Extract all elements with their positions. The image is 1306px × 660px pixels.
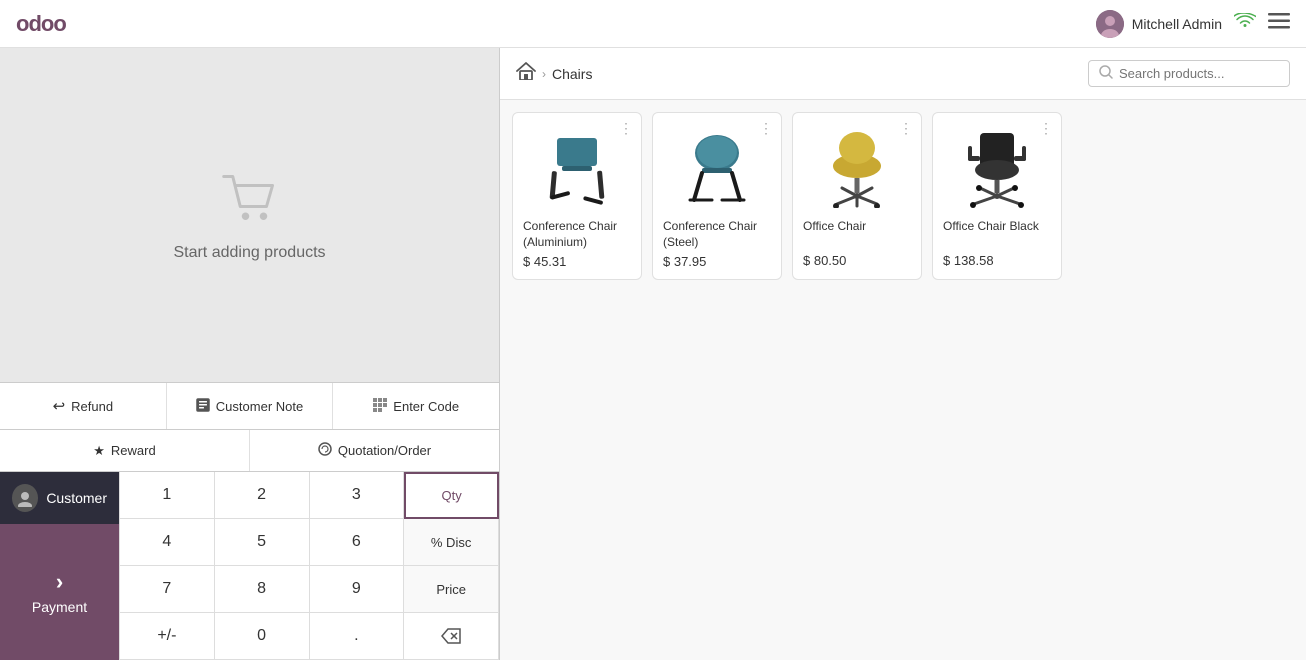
numpad-area: Customer › Payment 1 2 3 Qty 4 5 6 % Dis… xyxy=(0,471,499,660)
home-icon[interactable] xyxy=(516,62,536,85)
user-info: Mitchell Admin xyxy=(1096,10,1222,38)
cart-icon xyxy=(220,169,280,229)
payment-arrow-icon: › xyxy=(56,569,63,595)
hamburger-menu-icon[interactable] xyxy=(1268,13,1290,34)
product-card-conf-chair-steel[interactable]: ⋮ Conference Chair (Steel) $ 37.95 xyxy=(652,112,782,280)
breadcrumb-current[interactable]: Chairs xyxy=(552,66,592,82)
product-grid: ⋮ Conference Chair (Aluminium) $ 45.31 xyxy=(500,100,1306,292)
customer-note-label: Customer Note xyxy=(216,399,303,414)
product-card-office-chair[interactable]: ⋮ xyxy=(792,112,922,280)
product-name: Conference Chair (Aluminium) xyxy=(523,219,631,250)
payment-button[interactable]: › Payment xyxy=(0,524,119,660)
numpad-7[interactable]: 7 xyxy=(120,566,215,613)
customer-payment-col: Customer › Payment xyxy=(0,472,120,660)
numpad-9[interactable]: 9 xyxy=(310,566,405,613)
product-image xyxy=(663,123,771,213)
secondary-buttons: ★ Reward Quotation/Order xyxy=(0,429,499,471)
numpad-backspace[interactable] xyxy=(404,613,499,660)
avatar xyxy=(1096,10,1124,38)
product-price: $ 80.50 xyxy=(803,253,911,268)
product-info-icon[interactable]: ⋮ xyxy=(1037,119,1055,137)
product-header: › Chairs xyxy=(500,48,1306,100)
product-price: $ 138.58 xyxy=(943,253,1051,268)
navbar: odoo Mitchell Admin xyxy=(0,0,1306,48)
user-name: Mitchell Admin xyxy=(1132,16,1222,32)
numpad-6[interactable]: 6 xyxy=(310,519,405,566)
product-price: $ 45.31 xyxy=(523,254,631,269)
quotation-order-label: Quotation/Order xyxy=(338,443,431,458)
reward-label: Reward xyxy=(111,443,156,458)
product-card-office-chair-black[interactable]: ⋮ xyxy=(932,112,1062,280)
action-buttons: ↩ Refund Customer Note xyxy=(0,382,499,429)
product-card-conf-chair-aluminium[interactable]: ⋮ Conference Chair (Aluminium) $ 45.31 xyxy=(512,112,642,280)
product-name: Office Chair xyxy=(803,219,911,249)
numpad-3[interactable]: 3 xyxy=(310,472,405,519)
numpad-1[interactable]: 1 xyxy=(120,472,215,519)
search-input[interactable] xyxy=(1119,66,1279,81)
order-area: Start adding products xyxy=(0,48,499,382)
numpad-dot[interactable]: . xyxy=(310,613,405,660)
right-panel: › Chairs ⋮ xyxy=(500,48,1306,660)
quotation-icon xyxy=(318,442,332,459)
customer-note-button[interactable]: Customer Note xyxy=(167,383,334,429)
breadcrumb: › Chairs xyxy=(516,62,592,85)
product-info-icon[interactable]: ⋮ xyxy=(757,119,775,137)
reward-icon: ★ xyxy=(93,443,105,459)
main-area: Start adding products ↩ Refund Customer … xyxy=(0,48,1306,660)
numpad-4[interactable]: 4 xyxy=(120,519,215,566)
numpad-price[interactable]: Price xyxy=(404,566,499,613)
quotation-order-button[interactable]: Quotation/Order xyxy=(250,430,499,471)
customer-note-icon xyxy=(196,398,210,415)
numpad-disc[interactable]: % Disc xyxy=(404,519,499,566)
product-price: $ 37.95 xyxy=(663,254,771,269)
product-image xyxy=(943,123,1051,213)
enter-code-icon xyxy=(373,398,387,415)
wifi-icon[interactable] xyxy=(1234,13,1256,34)
reward-button[interactable]: ★ Reward xyxy=(0,430,250,471)
cart-icon-wrap xyxy=(220,169,280,234)
customer-icon xyxy=(12,484,38,512)
numpad-grid: 1 2 3 Qty 4 5 6 % Disc 7 8 9 Price +/- 0… xyxy=(120,472,499,660)
search-icon xyxy=(1099,65,1113,82)
navbar-right: Mitchell Admin xyxy=(1096,10,1290,38)
product-name: Office Chair Black xyxy=(943,219,1051,249)
breadcrumb-separator: › xyxy=(542,67,546,81)
enter-code-button[interactable]: Enter Code xyxy=(333,383,499,429)
enter-code-label: Enter Code xyxy=(393,399,459,414)
product-image xyxy=(803,123,911,213)
refund-button[interactable]: ↩ Refund xyxy=(0,383,167,429)
product-info-icon[interactable]: ⋮ xyxy=(897,119,915,137)
product-info-icon[interactable]: ⋮ xyxy=(617,119,635,137)
numpad-5[interactable]: 5 xyxy=(215,519,310,566)
numpad-qty[interactable]: Qty xyxy=(404,472,499,519)
product-image xyxy=(523,123,631,213)
odoo-logo: odoo xyxy=(16,11,66,37)
customer-button[interactable]: Customer xyxy=(0,472,119,524)
navbar-left: odoo xyxy=(16,11,66,37)
customer-label: Customer xyxy=(46,490,107,506)
refund-icon: ↩ xyxy=(53,397,66,415)
numpad-2[interactable]: 2 xyxy=(215,472,310,519)
refund-label: Refund xyxy=(71,399,113,414)
search-bar[interactable] xyxy=(1088,60,1290,87)
numpad-8[interactable]: 8 xyxy=(215,566,310,613)
numpad-plusminus[interactable]: +/- xyxy=(120,613,215,660)
payment-label: Payment xyxy=(32,599,87,615)
left-panel: Start adding products ↩ Refund Customer … xyxy=(0,48,500,660)
empty-state-text: Start adding products xyxy=(173,244,325,262)
numpad-0[interactable]: 0 xyxy=(215,613,310,660)
product-name: Conference Chair (Steel) xyxy=(663,219,771,250)
